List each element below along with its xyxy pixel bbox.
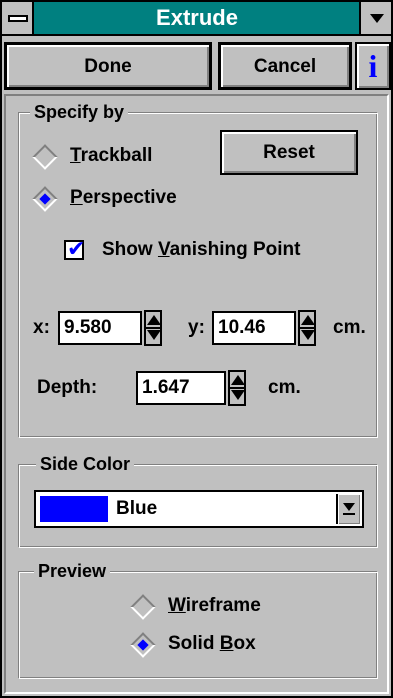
depth-unit-label: cm. xyxy=(268,377,301,398)
solid-box-label[interactable]: Solid Box xyxy=(168,632,256,656)
side-color-dropdown[interactable]: Blue xyxy=(34,490,364,528)
system-menu-icon[interactable] xyxy=(2,2,34,34)
window-title: Extrude xyxy=(156,5,238,30)
dropdown-arrow-icon[interactable] xyxy=(336,494,360,524)
wireframe-label[interactable]: Wireframe xyxy=(168,594,261,618)
side-color-legend: Side Color xyxy=(36,453,135,475)
y-spin-icon[interactable] xyxy=(298,310,316,346)
y-field[interactable]: 10.46 xyxy=(212,311,296,345)
color-swatch xyxy=(40,496,108,522)
y-label: y: xyxy=(188,317,205,338)
x-label: x: xyxy=(33,317,50,338)
preview-legend: Preview xyxy=(34,560,111,582)
show-vanishing-point-checkbox[interactable]: ✔ xyxy=(64,237,86,262)
info-icon: i xyxy=(368,48,378,84)
title-bar: Extrude xyxy=(2,2,391,36)
depth-spin-icon[interactable] xyxy=(228,370,246,406)
depth-field[interactable]: 1.647 xyxy=(136,371,226,405)
x-spin-icon[interactable] xyxy=(144,310,162,346)
reset-button[interactable]: Reset xyxy=(220,130,358,175)
depth-label: Depth: xyxy=(37,377,98,398)
specify-by-legend: Specify by xyxy=(30,101,129,123)
trackball-label[interactable]: Trackball xyxy=(70,144,152,168)
done-button[interactable]: Done xyxy=(4,42,212,90)
xy-unit-label: cm. xyxy=(333,317,366,338)
cancel-button[interactable]: Cancel xyxy=(218,42,352,90)
side-color-value: Blue xyxy=(116,498,158,519)
show-vanishing-point-label[interactable]: Show Vanishing Point xyxy=(102,238,300,262)
preview-group xyxy=(18,571,378,679)
x-field[interactable]: 9.580 xyxy=(58,311,142,345)
minimize-icon[interactable] xyxy=(359,2,391,34)
perspective-label[interactable]: Perspective xyxy=(70,186,177,210)
checkmark-icon: ✔ xyxy=(67,237,86,262)
info-button[interactable]: i xyxy=(355,42,391,90)
